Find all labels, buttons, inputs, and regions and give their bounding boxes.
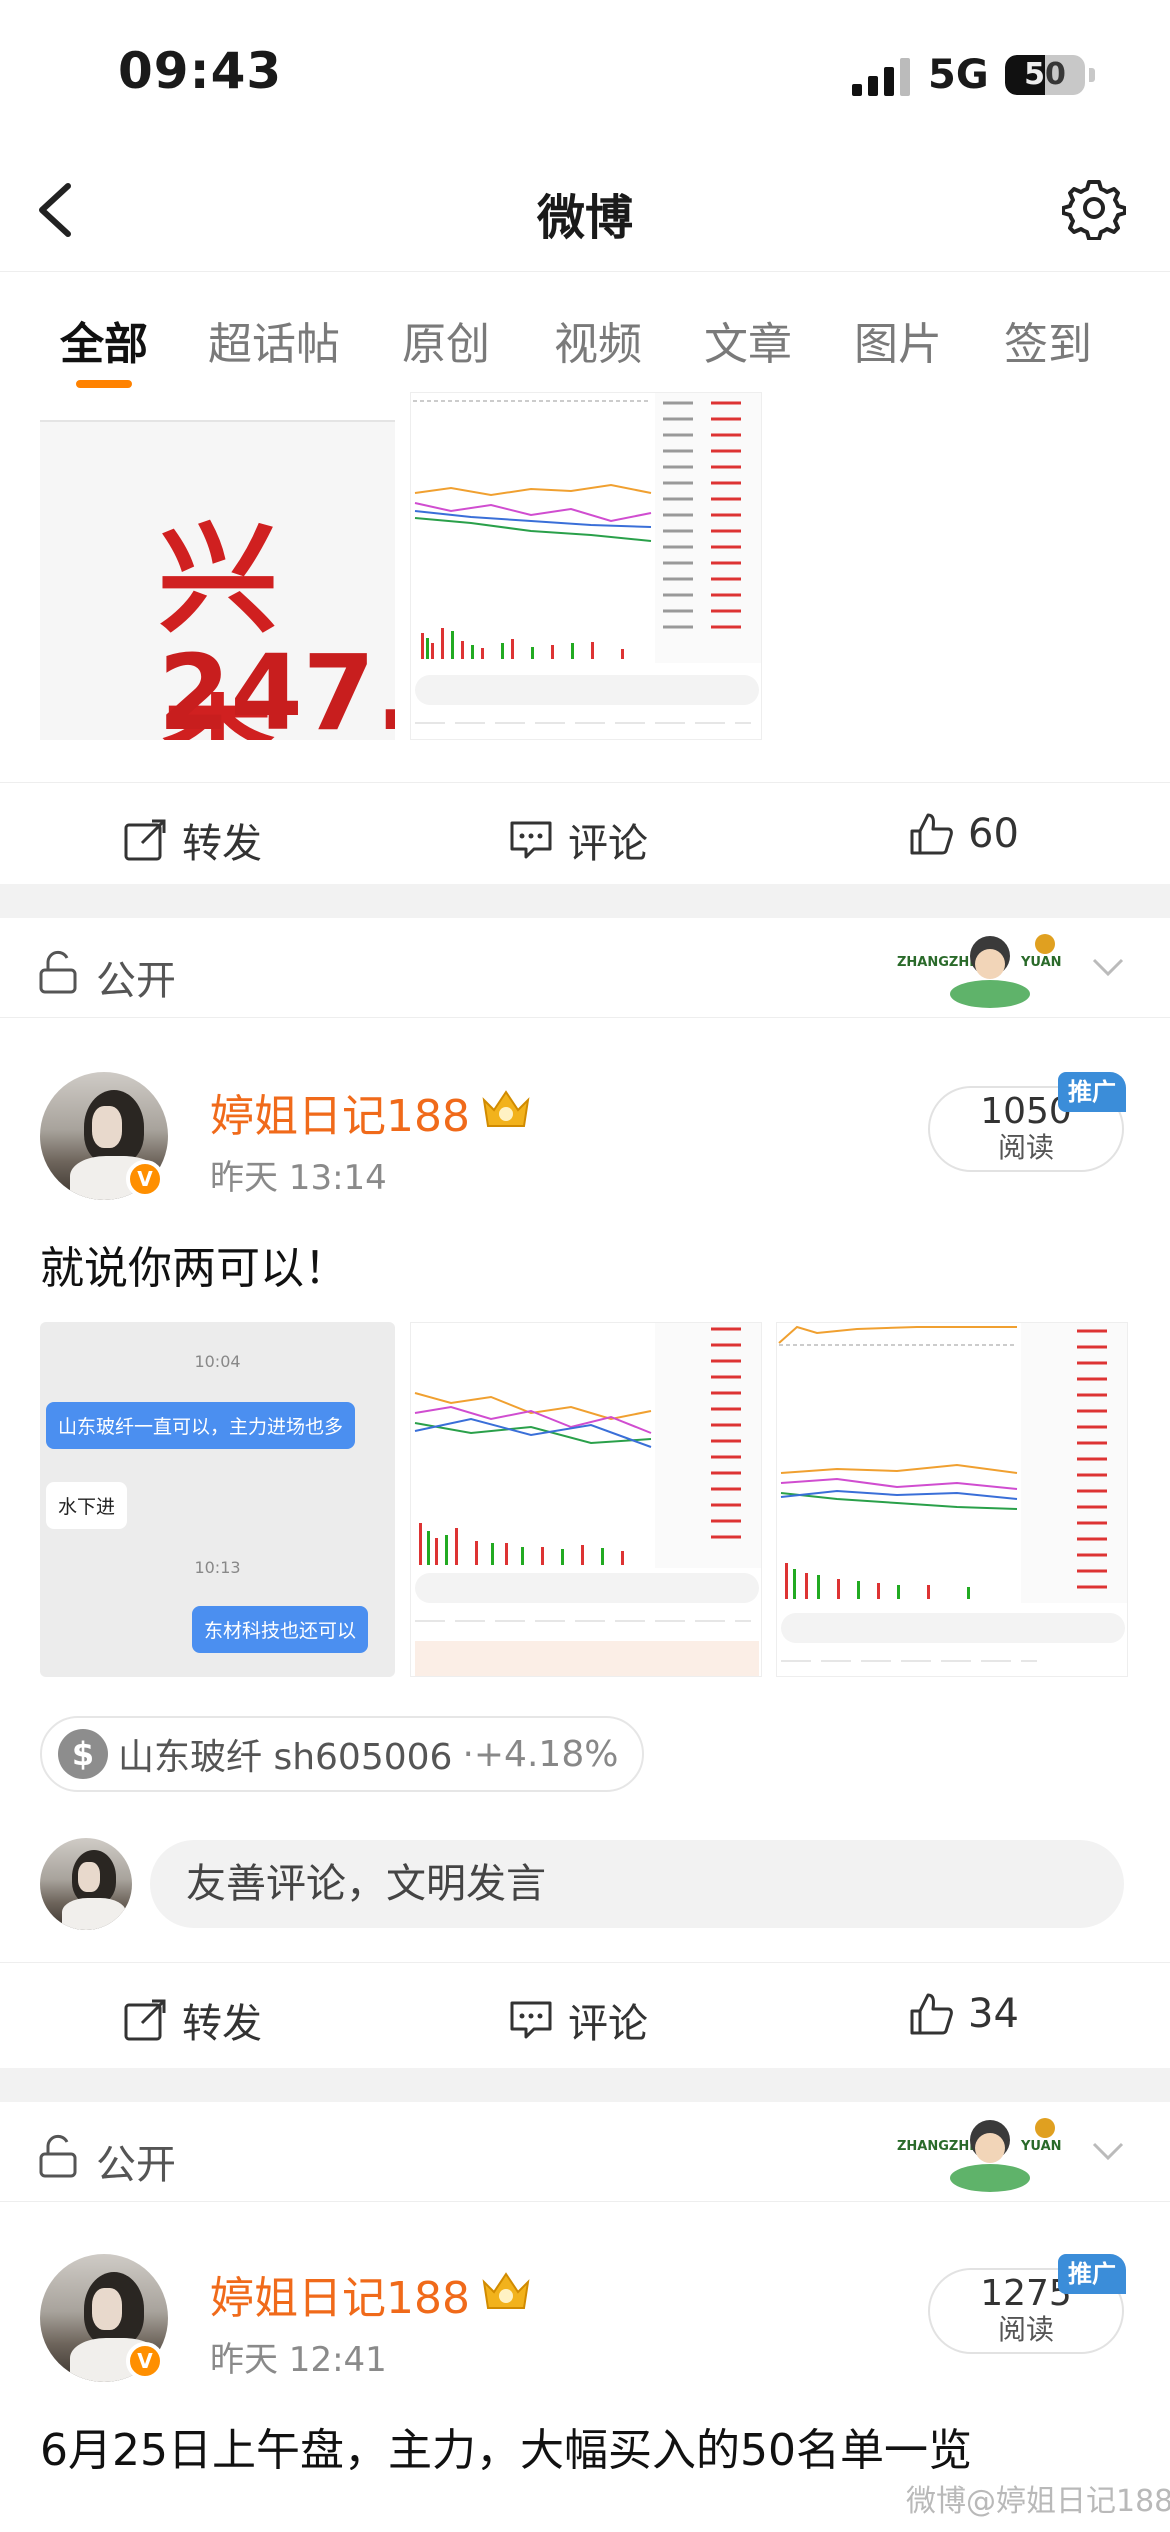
chevron-down-icon[interactable] [1090, 2140, 1126, 2164]
visibility-label: 公开 [96, 2142, 176, 2188]
post-image-stock-name[interactable]: 兴森 247.9 [40, 420, 395, 740]
tab-all[interactable]: 全部 [60, 308, 148, 372]
stock-chart-graphic [777, 1323, 1127, 1676]
stock-tag[interactable]: $ 山东玻纤 sh605006 ·+4.18% [40, 1716, 645, 1792]
repost-icon [124, 1999, 166, 2041]
comment-button[interactable]: 评论 [508, 811, 648, 869]
stock-tag-change: ·+4.18% [462, 1733, 619, 1775]
tab-video[interactable]: 视频 [554, 308, 642, 372]
tab-supertopic[interactable]: 超话帖 [208, 308, 340, 372]
tab-checkin[interactable]: 签到 [1004, 308, 1092, 372]
my-avatar[interactable] [40, 1838, 132, 1930]
stock-tag-name: 山东玻纤 sh605006 [118, 1737, 453, 1778]
feed-divider [0, 2068, 1170, 2102]
battery-cap [1089, 68, 1095, 82]
repost-button[interactable]: 转发 [122, 811, 262, 869]
visibility-label: 公开 [96, 958, 176, 1004]
watermark: 微博@婷姐日记188 [906, 2484, 1170, 2519]
sticker-text-right: YUAN [1020, 955, 1062, 970]
comment-icon [510, 2001, 552, 2039]
read-label: 阅读 [997, 2313, 1054, 2346]
chat-message-3: 东材科技也还可以 [192, 1606, 369, 1653]
post-time: 昨天 12:41 [210, 2340, 387, 2380]
repost-label: 转发 [182, 2001, 262, 2047]
signal-icon [852, 58, 910, 96]
promote-badge[interactable]: 推广 [1058, 2254, 1126, 2294]
repost-label: 转发 [182, 821, 262, 867]
filter-tabs: 全部 超话帖 原创 视频 文章 图片 签到 [0, 272, 1170, 390]
chevron-down-icon[interactable] [1090, 956, 1126, 980]
post-text: 6月25日上午盘，主力，大幅买入的50名单一览 [40, 2425, 972, 2476]
stock-chart-graphic [411, 393, 761, 739]
crown-vip-icon [482, 2272, 530, 2309]
comment-label: 评论 [568, 821, 648, 867]
verified-badge-icon: V [126, 2342, 164, 2380]
post2-visibility-row: 公开 ZHANGZHE YUAN [0, 918, 1170, 1018]
post-text: 就说你两可以！ [40, 1243, 348, 1294]
status-time: 09:43 [118, 42, 283, 100]
tab-original[interactable]: 原创 [402, 308, 490, 372]
image-stock-price-text: 247.9 [158, 632, 395, 740]
post3-visibility-row: 公开 ZHANGZHE YUAN [0, 2102, 1170, 2202]
post-image-stock-chart-2[interactable] [410, 1322, 762, 1677]
repost-icon [124, 819, 166, 861]
promote-badge[interactable]: 推广 [1058, 1072, 1126, 1112]
battery-percent: 50 [1024, 57, 1066, 92]
author-name[interactable]: 婷姐日记188 [210, 2262, 470, 2326]
status-bar: 09:43 5G 50 [0, 0, 1170, 150]
unlock-icon [39, 950, 77, 994]
comment-input[interactable]: 友善评论，文明发言 [150, 1840, 1124, 1928]
like-button[interactable]: 60 [908, 811, 1019, 857]
page-title: 微博 [536, 190, 633, 246]
like-count: 60 [968, 811, 1019, 857]
crown-vip-icon [482, 1090, 530, 1127]
post2-action-bar: 转发 评论 34 [0, 1962, 1170, 2062]
dollar-icon: $ [58, 1729, 108, 1779]
like-count: 34 [968, 1991, 1019, 2037]
like-button[interactable]: 34 [908, 1991, 1019, 2037]
stock-chart-graphic [411, 1323, 761, 1676]
nav-bar: 微博 [0, 150, 1170, 272]
post-image-stock-chart-3[interactable] [776, 1322, 1128, 1677]
sticker-decoration-icon: ZHANGZHE YUAN [897, 934, 1062, 1008]
network-type: 5G [928, 52, 989, 98]
repost-button[interactable]: 转发 [122, 1991, 262, 2049]
chat-message-1: 山东玻纤一直可以，主力进场也多 [46, 1402, 356, 1449]
comment-button[interactable]: 评论 [508, 1991, 648, 2049]
chat-message-2: 水下进 [46, 1482, 128, 1529]
tab-article[interactable]: 文章 [704, 308, 792, 372]
verified-badge-icon: V [126, 1160, 164, 1198]
sticker-text-right: YUAN [1020, 2139, 1062, 2154]
battery-icon: 50 [1005, 55, 1085, 95]
unlock-icon [39, 2134, 77, 2178]
active-tab-indicator [76, 380, 132, 388]
thumbs-up-icon [910, 1993, 953, 2035]
author-name[interactable]: 婷姐日记188 [210, 1080, 470, 1144]
read-label: 阅读 [997, 1131, 1054, 1164]
sticker-text-left: ZHANGZHE [897, 955, 978, 970]
post-image-stock-chart[interactable] [410, 392, 762, 740]
feed-divider [0, 884, 1170, 918]
gear-icon[interactable] [1062, 176, 1126, 240]
thumbs-up-icon [910, 813, 953, 855]
chat-time-2: 10:13 [194, 1558, 241, 1577]
post1-action-bar: 转发 评论 60 [0, 782, 1170, 882]
post-image-chat[interactable]: 10:04 山东玻纤一直可以，主力进场也多 水下进 10:13 东材科技也还可以 [40, 1322, 395, 1677]
comment-icon [510, 821, 552, 859]
tab-pictures[interactable]: 图片 [854, 308, 942, 372]
sticker-decoration-icon: ZHANGZHE YUAN [897, 2118, 1062, 2192]
chat-time-1: 10:04 [194, 1352, 241, 1371]
post-time: 昨天 13:14 [210, 1158, 387, 1198]
comment-label: 评论 [568, 2001, 648, 2047]
sticker-text-left: ZHANGZHE [897, 2139, 978, 2154]
